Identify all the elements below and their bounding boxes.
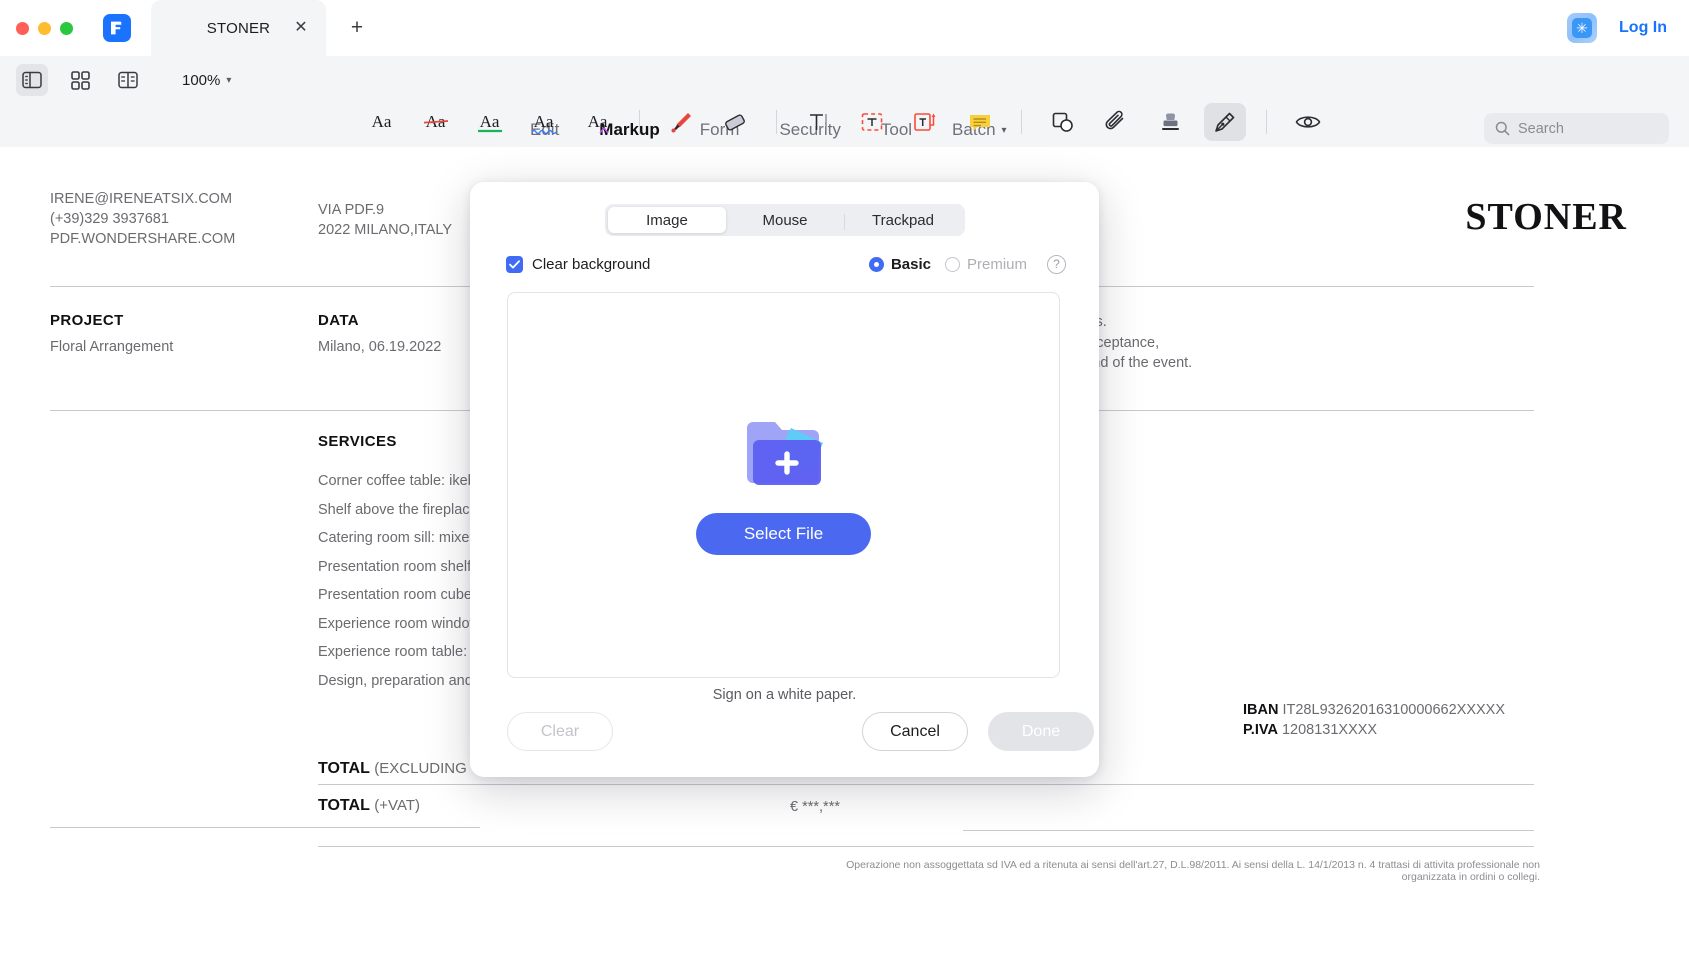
signature-dropzone[interactable]: Select File <box>507 292 1060 678</box>
quality-options: Basic Premium ? <box>869 255 1066 274</box>
dialog-buttons: Clear Cancel Done <box>507 712 1060 752</box>
clear-background-label: Clear background <box>532 256 650 273</box>
folder-add-icon <box>739 416 829 491</box>
clear-button[interactable]: Clear <box>507 712 613 751</box>
tab-mouse-label: Mouse <box>762 212 807 229</box>
signature-options-row: Clear background Basic Premium ? <box>506 252 1066 276</box>
create-signature-dialog: Image Mouse Trackpad Clear background Ba… <box>470 182 1099 777</box>
tab-image[interactable]: Image <box>608 207 726 233</box>
tab-image-label: Image <box>646 212 688 229</box>
radio-basic-label: Basic <box>891 256 931 273</box>
select-file-button[interactable]: Select File <box>696 513 871 555</box>
select-file-label: Select File <box>744 524 823 544</box>
done-button[interactable]: Done <box>988 712 1094 751</box>
app-window: STONER ✕ + ✳ Log In 100% ▾ <box>0 0 1689 963</box>
signature-source-tabs: Image Mouse Trackpad <box>605 204 965 236</box>
question-mark-icon[interactable]: ? <box>1047 255 1066 274</box>
tab-mouse[interactable]: Mouse <box>726 207 844 233</box>
dialog-hint: Sign on a white paper. <box>470 687 1099 703</box>
radio-basic-dot <box>869 257 884 272</box>
cancel-button[interactable]: Cancel <box>862 712 968 751</box>
tab-trackpad[interactable]: Trackpad <box>844 207 962 233</box>
clear-button-label: Clear <box>541 723 579 741</box>
radio-basic[interactable]: Basic <box>869 256 931 273</box>
clear-background-checkbox[interactable] <box>506 256 523 273</box>
radio-premium[interactable]: Premium <box>945 256 1027 273</box>
radio-premium-label: Premium <box>967 256 1027 273</box>
cancel-button-label: Cancel <box>890 723 940 741</box>
radio-premium-dot <box>945 257 960 272</box>
tab-trackpad-label: Trackpad <box>872 212 934 229</box>
checkmark-icon <box>509 260 520 269</box>
done-button-label: Done <box>1022 723 1060 741</box>
